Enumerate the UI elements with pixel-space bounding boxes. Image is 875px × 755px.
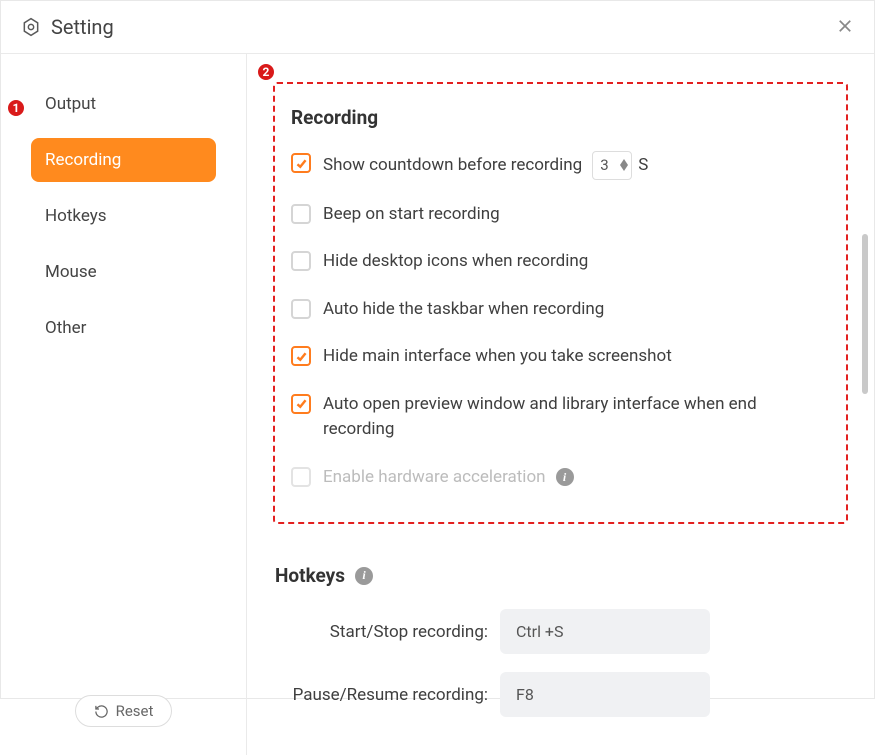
section-title-hotkeys: Hotkeys i (275, 564, 846, 587)
info-icon[interactable]: i (355, 567, 373, 585)
checkbox-hide-main-interface-screenshot[interactable] (291, 346, 311, 366)
sidebar-item-label: Mouse (45, 262, 97, 282)
reset-label: Reset (116, 702, 154, 720)
countdown-seconds-input[interactable]: 3 (592, 151, 632, 180)
stepper-icon[interactable] (620, 159, 628, 171)
option-label: Enable hardware acceleration i (323, 465, 574, 491)
option-label: Hide main interface when you take screen… (323, 344, 672, 370)
option-hide-main-interface-screenshot: Hide main interface when you take screen… (291, 344, 830, 370)
checkbox-auto-open-preview[interactable] (291, 394, 311, 414)
hotkey-label: Pause/Resume recording: (275, 685, 500, 705)
option-label: Auto open preview window and library int… (323, 392, 830, 443)
close-icon[interactable] (836, 17, 854, 35)
hotkey-label: Start/Stop recording: (275, 622, 500, 642)
scrollbar[interactable] (862, 234, 868, 394)
reset-icon (94, 704, 109, 719)
sidebar: Output Recording Hotkeys Mouse Other Res… (1, 54, 247, 755)
sidebar-item-label: Hotkeys (45, 206, 107, 226)
option-auto-hide-taskbar: Auto hide the taskbar when recording (291, 297, 830, 323)
option-label: Show countdown before recording 3 S (323, 151, 648, 180)
sidebar-item-label: Recording (45, 150, 121, 170)
sidebar-item-output[interactable]: Output (31, 82, 216, 126)
option-enable-hardware-accel: Enable hardware acceleration i (291, 465, 830, 491)
sidebar-item-label: Output (45, 94, 96, 114)
option-auto-open-preview: Auto open preview window and library int… (291, 392, 830, 443)
hotkey-row-pause-resume: Pause/Resume recording: F8 (275, 672, 846, 717)
section-title-recording: Recording (291, 106, 830, 129)
recording-section-highlight: Recording Show countdown before recordin… (273, 82, 848, 524)
sidebar-item-label: Other (45, 318, 86, 338)
sidebar-item-recording[interactable]: Recording (31, 138, 216, 182)
hotkey-field-pause-resume[interactable]: F8 (500, 672, 710, 717)
option-show-countdown: Show countdown before recording 3 S (291, 151, 830, 180)
option-hide-desktop-icons: Hide desktop icons when recording (291, 249, 830, 275)
hotkey-row-start-stop: Start/Stop recording: Ctrl +S (275, 609, 846, 654)
option-label: Hide desktop icons when recording (323, 249, 588, 275)
checkbox-show-countdown[interactable] (291, 153, 311, 173)
titlebar: Setting (1, 1, 874, 54)
info-icon[interactable]: i (556, 468, 574, 486)
checkbox-auto-hide-taskbar[interactable] (291, 299, 311, 319)
content-area: Recording Show countdown before recordin… (247, 54, 874, 755)
option-label: Auto hide the taskbar when recording (323, 297, 604, 323)
option-label: Beep on start recording (323, 202, 500, 228)
window-title: Setting (51, 15, 114, 39)
sidebar-item-hotkeys[interactable]: Hotkeys (31, 194, 216, 238)
settings-hex-icon (21, 17, 41, 37)
annotation-badge-2: 2 (256, 62, 276, 82)
checkbox-enable-hardware-accel (291, 467, 311, 487)
annotation-badge-1: 1 (6, 98, 26, 118)
option-beep-start: Beep on start recording (291, 202, 830, 228)
checkbox-hide-desktop-icons[interactable] (291, 251, 311, 271)
sidebar-item-mouse[interactable]: Mouse (31, 250, 216, 294)
checkbox-beep-start[interactable] (291, 204, 311, 224)
sidebar-item-other[interactable]: Other (31, 306, 216, 350)
reset-button[interactable]: Reset (75, 695, 173, 727)
hotkey-field-start-stop[interactable]: Ctrl +S (500, 609, 710, 654)
